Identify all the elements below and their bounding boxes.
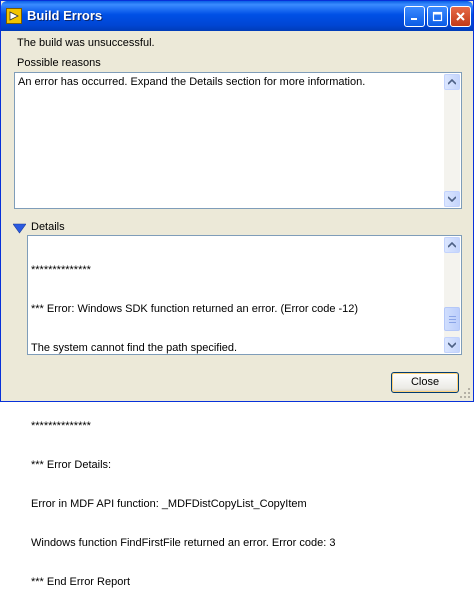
window-title: Build Errors bbox=[27, 8, 103, 23]
details-line: *** End Error Report bbox=[31, 576, 131, 588]
minimize-icon bbox=[411, 18, 417, 20]
possible-reasons-label: Possible reasons bbox=[17, 57, 101, 69]
build-errors-dialog: Build Errors The build was unsuccessful.… bbox=[0, 0, 474, 588]
scroll-down-button[interactable] bbox=[444, 337, 460, 353]
details-line: Error in MDF API function: _MDFDistCopyL… bbox=[31, 498, 307, 510]
resize-grip-icon[interactable] bbox=[459, 387, 471, 399]
title-bar[interactable]: Build Errors bbox=[1, 1, 473, 31]
close-window-button[interactable] bbox=[450, 6, 471, 27]
details-text: ************** *** Error: Windows SDK fu… bbox=[31, 238, 441, 615]
details-line: Windows function FindFirstFile returned … bbox=[31, 537, 336, 549]
scroll-down-button[interactable] bbox=[444, 191, 460, 207]
details-line: ************** bbox=[31, 264, 91, 276]
maximize-button[interactable] bbox=[427, 6, 448, 27]
chevron-up-icon bbox=[448, 79, 456, 85]
labview-app-icon bbox=[6, 8, 22, 24]
details-line bbox=[31, 381, 441, 394]
details-scrollbar[interactable] bbox=[444, 237, 460, 353]
minimize-button[interactable] bbox=[404, 6, 425, 27]
close-icon bbox=[456, 12, 465, 21]
reasons-scrollbar[interactable] bbox=[444, 74, 460, 207]
close-button[interactable]: Close bbox=[391, 372, 459, 393]
details-line: The system cannot find the path specifie… bbox=[31, 342, 238, 354]
details-line: *** Error Details: bbox=[31, 459, 112, 471]
details-field[interactable]: ************** *** Error: Windows SDK fu… bbox=[27, 235, 462, 588]
scroll-up-button[interactable] bbox=[444, 237, 460, 253]
chevron-up-icon bbox=[448, 242, 456, 248]
details-line: ************** bbox=[31, 420, 91, 432]
chevron-down-icon bbox=[448, 196, 456, 202]
status-message: The build was unsuccessful. bbox=[17, 37, 155, 49]
possible-reasons-text: An error has occurred. Expand the Detail… bbox=[18, 76, 366, 88]
chevron-down-icon bbox=[448, 342, 456, 348]
details-expand-arrow-icon[interactable] bbox=[13, 223, 26, 234]
scroll-thumb[interactable] bbox=[444, 307, 460, 331]
details-label[interactable]: Details bbox=[31, 221, 65, 233]
maximize-icon bbox=[432, 11, 443, 22]
details-line: *** Error: Windows SDK function returned… bbox=[31, 303, 359, 315]
scroll-up-button[interactable] bbox=[444, 74, 460, 90]
possible-reasons-field[interactable]: An error has occurred. Expand the Detail… bbox=[14, 72, 462, 209]
